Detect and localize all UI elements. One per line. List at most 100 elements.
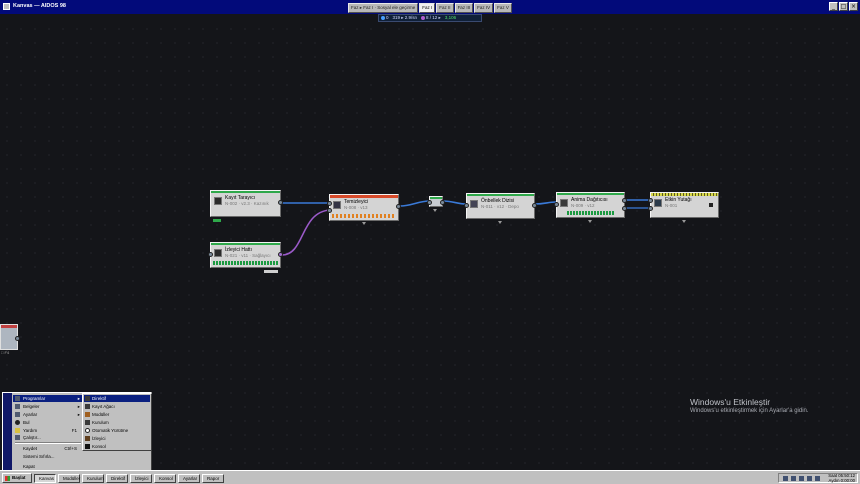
node-mini-controls[interactable]	[264, 270, 278, 273]
input-port[interactable]	[427, 200, 432, 205]
directive-icon	[85, 396, 90, 401]
status-dot-icon	[421, 15, 426, 20]
menu-item-calistir[interactable]: Çalıştır...	[13, 434, 83, 441]
taskbar-button-direktif[interactable]: Direktif	[106, 474, 128, 483]
volume-icon[interactable]	[791, 476, 796, 481]
node-onbellek-dizisi[interactable]: Önbellek Dizisi N-011 · v12 · Depo	[464, 193, 537, 219]
expand-arrow-icon[interactable]	[498, 221, 502, 224]
close-button[interactable]: ×	[849, 2, 858, 11]
minimize-button[interactable]: _	[829, 2, 838, 11]
output-port[interactable]	[278, 200, 283, 205]
submenu-item-moduller[interactable]: Modüller	[84, 411, 150, 418]
side-node-label: □ F4	[1, 350, 10, 355]
node-izleyici-hatti[interactable]: İzleyici Hattı N-021 · v11 · Sağlayıcı	[208, 242, 283, 268]
maximize-button[interactable]: □	[839, 2, 848, 11]
status-b: 319 ▸ 2.9/sn	[392, 15, 418, 20]
wire-temizleyici-gecit	[399, 200, 431, 207]
phase-tabs: Faz ▸ Faz I · Sosyal ele geçirme Faz I Faz…	[348, 3, 512, 13]
run-icon	[15, 435, 20, 440]
node-temizleyici[interactable]: Temizleyici N-008 · v13	[327, 194, 401, 221]
phase-tab-1[interactable]: Faz I	[419, 3, 436, 13]
expand-arrow-icon[interactable]	[433, 209, 437, 212]
programs-icon	[15, 396, 20, 401]
update-icon[interactable]	[815, 476, 820, 481]
menu-item-yardim[interactable]: Yardım F1	[13, 427, 83, 434]
windows-logo-icon	[5, 476, 10, 481]
output-port[interactable]	[396, 204, 401, 209]
taskbar-button-konsol[interactable]: Konsol	[154, 474, 176, 483]
node-header	[330, 195, 398, 198]
node-anima-dagiticisi[interactable]: Anima Dağıtıcısı N-009 · v12	[554, 192, 627, 218]
node-subtitle: N-008 · v13	[344, 205, 368, 210]
app-icon	[3, 3, 10, 10]
taskbar-button-rapor[interactable]: Rapor	[202, 474, 224, 483]
input-port[interactable]	[648, 198, 653, 203]
menu-separator	[15, 442, 81, 444]
submenu-item-otomatik-yurutme[interactable]: Otomatik Yürütme	[84, 427, 150, 434]
node-header	[1, 325, 17, 328]
clock[interactable]: Saat 05:50:12 Aydın 0:00:00	[828, 473, 855, 483]
menu-item-kaydet[interactable]: Kaydet Ctrl+S	[13, 445, 83, 452]
submenu-item-konsol[interactable]: Konsol	[84, 443, 150, 450]
node-gecit[interactable]	[427, 196, 445, 207]
node-header	[211, 243, 280, 245]
submenu-item-kayit-agaci[interactable]: Kayıt Ağacı	[84, 403, 150, 410]
menu-item-kapat[interactable]: Kapat	[13, 463, 83, 470]
wire-izleyici-temizleyici	[281, 209, 331, 256]
output-port[interactable]	[532, 203, 537, 208]
taskbar-button-moduller[interactable]: Modüller	[58, 474, 80, 483]
find-icon	[15, 420, 20, 425]
output-port[interactable]	[622, 198, 627, 203]
scanner-icon	[214, 197, 222, 205]
node-header	[651, 193, 718, 196]
node-header	[211, 191, 280, 193]
expand-arrow-icon[interactable]	[362, 222, 366, 225]
tree-icon	[85, 404, 90, 409]
menu-item-sistemi-sifirla[interactable]: Sistemi Sıfırla...	[13, 453, 83, 460]
menu-item-bul[interactable]: Bul	[13, 419, 83, 426]
menu-item-ayarlar[interactable]: Ayarlar ▸	[13, 411, 83, 418]
input-port[interactable]	[327, 201, 332, 206]
taskbar: Başlat Kanvas Modüller Kurulum Direktif …	[0, 470, 860, 484]
taskbar-button-kurulum[interactable]: Kurulum	[82, 474, 104, 483]
menu-item-belgeler[interactable]: Belgeler ▸	[13, 403, 83, 410]
input-port[interactable]	[208, 252, 213, 257]
phase-tab-2[interactable]: Faz II	[436, 3, 454, 13]
start-button[interactable]: Başlat	[2, 473, 32, 483]
input-port[interactable]	[648, 206, 653, 211]
submenu-item-izleyici[interactable]: İzleyici	[84, 435, 150, 442]
node-status-bar	[213, 219, 221, 222]
node-kayit-tarayici[interactable]: Kayıt Tarayıcı N-002 · v2.3 · Kazınık	[210, 190, 283, 217]
node-offscreen[interactable]	[0, 324, 20, 350]
window-title: Kanvas — AIDOS 98	[13, 3, 66, 9]
settings-icon	[15, 412, 20, 417]
window-controls: _ □ ×	[829, 2, 858, 11]
network-icon[interactable]	[783, 476, 788, 481]
clock-icon	[85, 428, 90, 433]
taskbar-button-kanvas[interactable]: Kanvas	[34, 474, 56, 483]
phase-tab-5[interactable]: Faz V	[494, 3, 512, 13]
output-port[interactable]	[622, 206, 627, 211]
input-port[interactable]	[464, 203, 469, 208]
input-port[interactable]	[327, 208, 332, 213]
node-header	[430, 197, 442, 199]
submenu-item-direktif[interactable]: Direktif	[84, 395, 150, 402]
menu-item-programlar[interactable]: Programlar ▸	[13, 395, 83, 402]
expand-arrow-icon[interactable]	[588, 220, 592, 223]
input-port[interactable]	[554, 202, 559, 207]
submenu-item-kurulum[interactable]: Kurulum	[84, 419, 150, 426]
output-port[interactable]	[440, 200, 445, 205]
phase-tab-0[interactable]: Faz ▸ Faz I · Sosyal ele geçirme	[348, 3, 419, 13]
programs-submenu: Direktif Kayıt Ağacı Modüller Kurulum Ot…	[82, 393, 152, 451]
power-icon[interactable]	[807, 476, 812, 481]
output-port[interactable]	[15, 336, 20, 341]
security-icon[interactable]	[799, 476, 804, 481]
expand-arrow-icon[interactable]	[682, 220, 686, 223]
output-port[interactable]	[278, 252, 283, 257]
grid-icon	[470, 200, 478, 208]
node-etkin-yutagi[interactable]: Etkin Yutağı N-001	[648, 192, 719, 218]
phase-tab-3[interactable]: Faz III	[454, 3, 474, 13]
phase-tab-4[interactable]: Faz IV	[474, 3, 494, 13]
taskbar-button-ayarlar[interactable]: Ayarlar	[178, 474, 200, 483]
taskbar-button-izleyici[interactable]: İzleyici	[130, 474, 152, 483]
